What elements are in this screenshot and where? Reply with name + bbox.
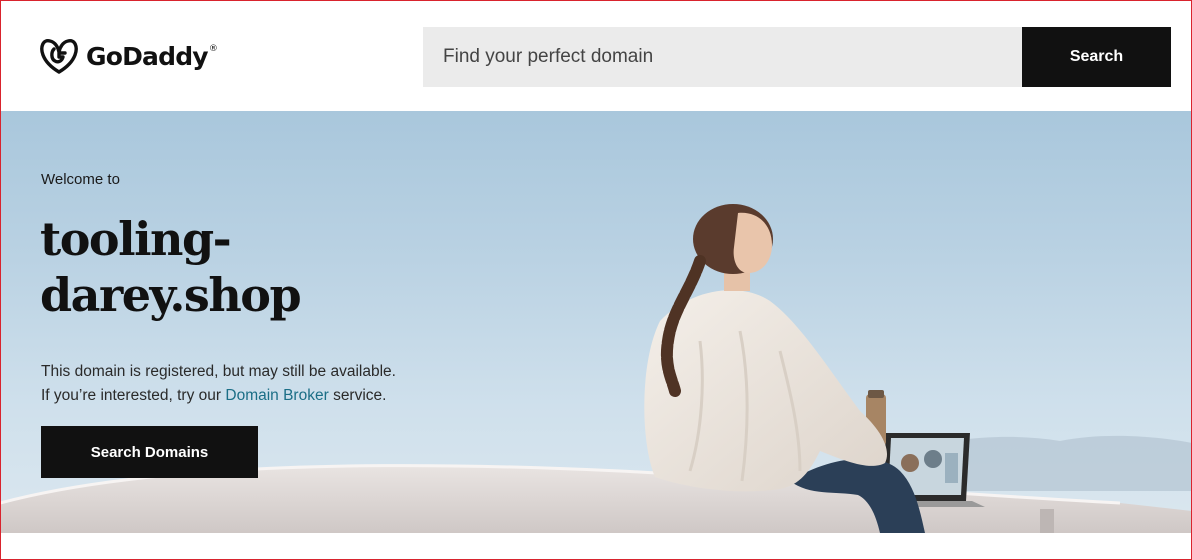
welcome-label: Welcome to — [41, 171, 120, 188]
trademark-symbol: ® — [208, 43, 218, 54]
domain-search-input[interactable] — [423, 27, 1022, 87]
godaddy-logo[interactable]: GoDaddy® — [40, 38, 218, 74]
description-line-2-suffix: service. — [333, 387, 387, 404]
search-domains-button[interactable]: Search Domains — [41, 426, 258, 478]
description-line-2-prefix: If you’re interested, try our — [41, 387, 222, 404]
domain-search-bar: Search — [423, 27, 1171, 87]
description-line-1: This domain is registered, but may still… — [41, 363, 396, 380]
hero-banner: Welcome to tooling-darey.shop This domai… — [0, 111, 1192, 533]
site-header: GoDaddy® Search — [0, 0, 1192, 111]
domain-name-heading: tooling-darey.shop — [40, 212, 302, 322]
domain-status-text: This domain is registered, but may still… — [41, 360, 461, 408]
brand-wordmark: GoDaddy® — [86, 41, 218, 71]
search-button[interactable]: Search — [1022, 27, 1171, 87]
domain-broker-link[interactable]: Domain Broker — [225, 387, 328, 404]
godaddy-g-heart-icon — [40, 39, 78, 74]
page-bottom-strip — [0, 533, 1192, 560]
